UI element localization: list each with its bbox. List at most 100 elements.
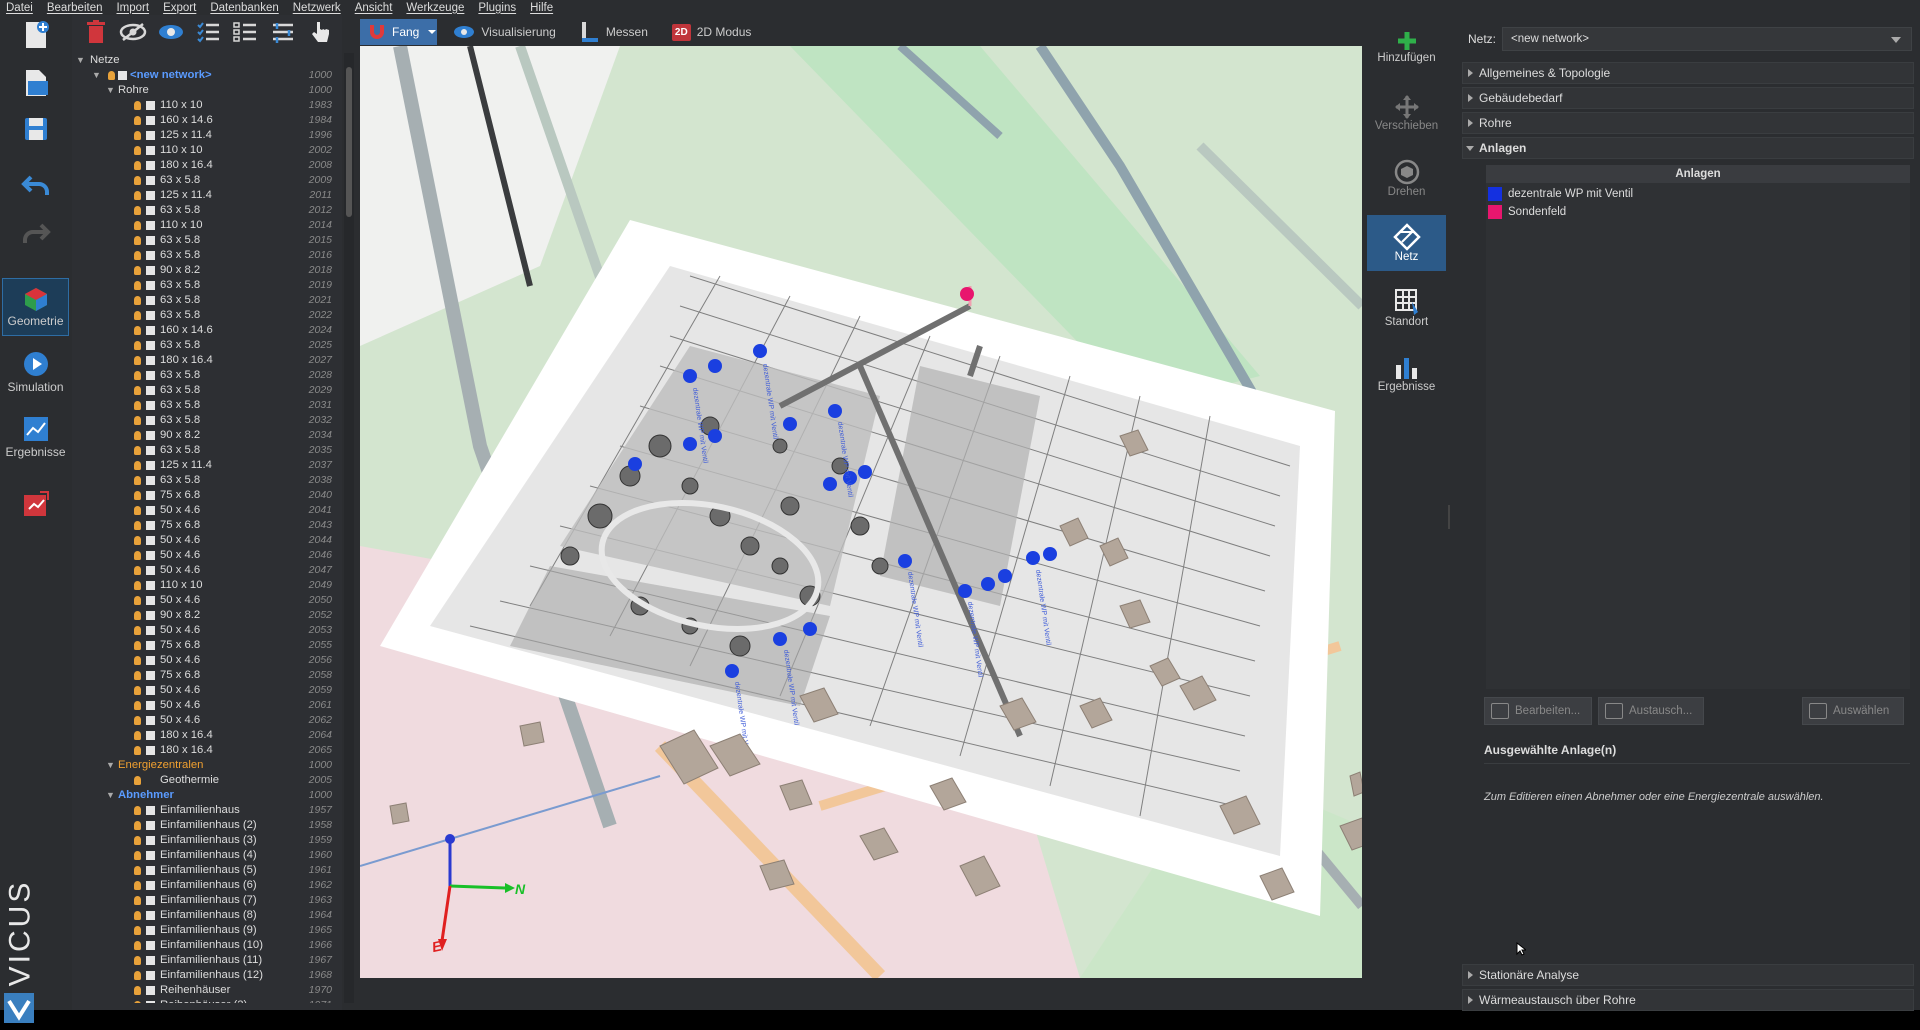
select-checkbox[interactable] <box>146 866 155 875</box>
consumer-node[interactable] <box>858 465 872 479</box>
tree-pipe-item[interactable]: 63 x 5.8 2029 <box>72 383 338 398</box>
tree-pipe-item[interactable]: 63 x 5.8 2015 <box>72 233 338 248</box>
section-stationary-analysis[interactable]: Stationäre Analyse <box>1462 964 1914 986</box>
measure-button[interactable]: Messen <box>572 19 656 45</box>
menu-0[interactable]: Datei <box>6 2 33 14</box>
visibility-bulb-icon[interactable] <box>134 641 141 650</box>
menu-6[interactable]: Ansicht <box>355 2 393 14</box>
select-checkbox[interactable] <box>146 656 155 665</box>
add-button[interactable]: Hinzufügen <box>1367 19 1446 75</box>
tree-consumer-item[interactable]: Einfamilienhaus (3) 1959 <box>72 833 338 848</box>
plant-row[interactable]: dezentrale WP mit Ventil <box>1488 185 1910 203</box>
visibility-bulb-icon[interactable] <box>134 281 141 290</box>
tree-pipe-item[interactable]: 75 x 6.8 2055 <box>72 638 338 653</box>
select-checkbox[interactable] <box>146 536 155 545</box>
scene-3d-viewport[interactable]: dezentrale WP mit Ventil dezentrale WP m… <box>360 46 1362 978</box>
tree-pipe-item[interactable]: 50 x 4.6 2041 <box>72 503 338 518</box>
visibility-bulb-icon[interactable] <box>134 476 141 485</box>
select-checkbox[interactable] <box>146 131 155 140</box>
select-checkbox[interactable] <box>146 101 155 110</box>
tree-pipe-item[interactable]: 90 x 8.2 2018 <box>72 263 338 278</box>
select-checkbox[interactable] <box>146 476 155 485</box>
tree-pipe-item[interactable]: 125 x 11.4 2011 <box>72 188 338 203</box>
tree-pipe-item[interactable]: 160 x 14.6 2024 <box>72 323 338 338</box>
select-checkbox[interactable] <box>146 521 155 530</box>
select-checkbox[interactable] <box>146 416 155 425</box>
tree-pipe-item[interactable]: 50 x 4.6 2044 <box>72 533 338 548</box>
consumer-node[interactable] <box>998 569 1012 583</box>
tree-pipe-item[interactable]: 63 x 5.8 2032 <box>72 413 338 428</box>
select-checkbox[interactable] <box>146 896 155 905</box>
tree-pipe-item[interactable]: 63 x 5.8 2031 <box>72 398 338 413</box>
select-checkbox[interactable] <box>146 176 155 185</box>
select-checkbox[interactable] <box>146 941 155 950</box>
expand-arrow-icon[interactable]: ▼ <box>106 758 115 773</box>
visibility-bulb-icon[interactable] <box>134 341 141 350</box>
visibility-bulb-icon[interactable] <box>134 716 141 725</box>
visibility-bulb-icon[interactable] <box>134 176 141 185</box>
tree-pipe-item[interactable]: 63 x 5.8 2009 <box>72 173 338 188</box>
tree-pipe-item[interactable]: 90 x 8.2 2034 <box>72 428 338 443</box>
select-checkbox[interactable] <box>146 311 155 320</box>
expand-arrow-icon[interactable]: ▼ <box>92 68 101 83</box>
section-building-demand[interactable]: Gebäudebedarf <box>1462 87 1914 109</box>
visibility-bulb-icon[interactable] <box>134 536 141 545</box>
section-general-topology[interactable]: Allgemeines & Topologie <box>1462 62 1914 84</box>
scene-canvas[interactable]: dezentrale WP mit Ventil dezentrale WP m… <box>360 46 1362 978</box>
visibility-bulb-icon[interactable] <box>134 671 141 680</box>
tree-consumer-item[interactable]: Reihenhäuser (2) 1971 <box>72 998 338 1003</box>
visibility-bulb-icon[interactable] <box>134 911 141 920</box>
select-checkbox[interactable] <box>146 356 155 365</box>
select-checkbox[interactable] <box>146 191 155 200</box>
mode-2d-button[interactable]: 2D 2D Modus <box>664 19 760 45</box>
select-checkbox[interactable] <box>146 326 155 335</box>
select-checkbox[interactable] <box>146 431 155 440</box>
consumer-node[interactable] <box>708 429 722 443</box>
network-tool-button[interactable]: Netz <box>1367 215 1446 271</box>
select-checkbox[interactable] <box>146 506 155 515</box>
consumer-node[interactable] <box>958 584 972 598</box>
tree-pipe-item[interactable]: 50 x 4.6 2047 <box>72 563 338 578</box>
tree-pipe-item[interactable]: 180 x 16.4 2008 <box>72 158 338 173</box>
visibility-bulb-icon[interactable] <box>134 926 141 935</box>
expand-arrow-icon[interactable]: ▼ <box>106 788 115 803</box>
visibility-bulb-icon[interactable] <box>134 551 141 560</box>
visibility-bulb-icon[interactable] <box>134 266 141 275</box>
select-checkbox[interactable] <box>146 881 155 890</box>
select-checkbox[interactable] <box>146 956 155 965</box>
open-project-icon[interactable] <box>2 67 69 103</box>
tree-pipe-item[interactable]: 125 x 11.4 1996 <box>72 128 338 143</box>
visibility-bulb-icon[interactable] <box>134 101 141 110</box>
select-checkbox[interactable] <box>146 1001 155 1003</box>
mode-geometry-button[interactable]: Geometrie <box>2 278 69 336</box>
exchange-button[interactable]: Austausch... <box>1598 697 1704 725</box>
consumer-node[interactable] <box>981 577 995 591</box>
tree-group-energy[interactable]: ▼ Energiezentralen 1000 <box>72 758 338 773</box>
visibility-bulb-icon[interactable] <box>134 146 141 155</box>
hide-selected-icon[interactable] <box>117 19 148 45</box>
tree-pipe-item[interactable]: 180 x 16.4 2065 <box>72 743 338 758</box>
visibility-bulb-icon[interactable] <box>134 941 141 950</box>
menu-4[interactable]: Datenbanken <box>210 2 278 14</box>
tree-pipe-item[interactable]: 63 x 5.8 2035 <box>72 443 338 458</box>
select-checkbox[interactable] <box>146 716 155 725</box>
select-checkbox[interactable] <box>146 146 155 155</box>
network-dropdown[interactable]: <new network> <box>1502 27 1912 51</box>
select-checkbox[interactable] <box>146 461 155 470</box>
visibility-bulb-icon[interactable] <box>134 971 141 980</box>
select-checkbox[interactable] <box>146 401 155 410</box>
splitter-handle[interactable] <box>1448 505 1450 529</box>
select-checkbox[interactable] <box>146 851 155 860</box>
tree-pipe-item[interactable]: 50 x 4.6 2059 <box>72 683 338 698</box>
select-button[interactable]: Auswählen <box>1802 697 1904 725</box>
visibility-bulb-icon[interactable] <box>134 731 141 740</box>
save-project-icon[interactable] <box>2 115 69 151</box>
tree-network[interactable]: ▼ <new network> 1000 <box>72 68 338 83</box>
tree-energy-item[interactable]: Geothermie 2005 <box>72 773 338 788</box>
visibility-bulb-icon[interactable] <box>134 251 141 260</box>
tree-pipe-item[interactable]: 75 x 6.8 2040 <box>72 488 338 503</box>
tree-pipe-item[interactable]: 50 x 4.6 2061 <box>72 698 338 713</box>
visibility-bulb-icon[interactable] <box>134 776 141 785</box>
tree-consumer-item[interactable]: Reihenhäuser 1970 <box>72 983 338 998</box>
tree-pipe-item[interactable]: 75 x 6.8 2058 <box>72 668 338 683</box>
